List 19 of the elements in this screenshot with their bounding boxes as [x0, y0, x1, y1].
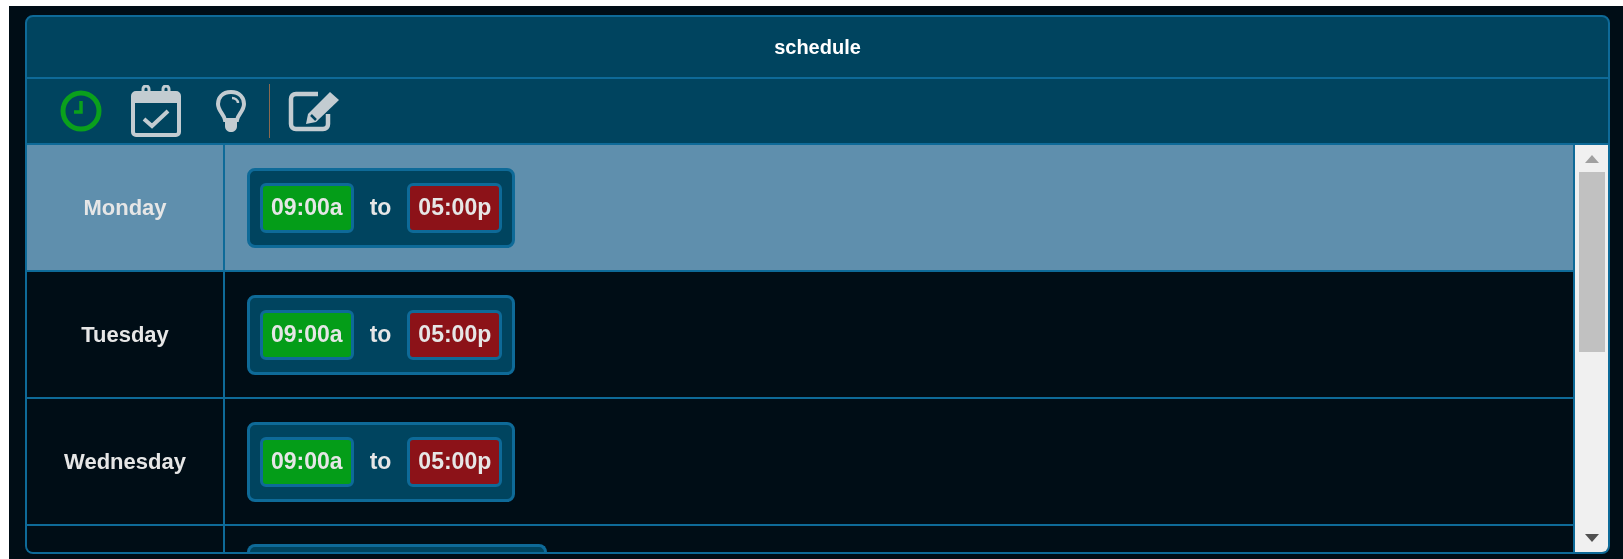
- schedule-row[interactable]: Tuesday 09:00a to 05:00p: [27, 272, 1573, 399]
- scrollbar[interactable]: [1573, 145, 1608, 552]
- end-time[interactable]: 05:00p: [407, 436, 503, 487]
- schedule-row[interactable]: Wednesday 09:00a to 05:00p: [27, 399, 1573, 526]
- clock-icon[interactable]: [59, 89, 103, 133]
- day-label: Monday: [83, 194, 167, 222]
- light-bulb-icon[interactable]: [215, 89, 247, 133]
- calendar-check-icon[interactable]: [131, 85, 181, 137]
- day-label: Wednesday: [64, 448, 186, 476]
- to-label: to: [369, 447, 392, 477]
- scrollbar-thumb[interactable]: [1578, 172, 1605, 352]
- to-label: to: [369, 320, 392, 350]
- scroll-down-icon[interactable]: [1584, 534, 1599, 542]
- schedule-row[interactable]: Monday 09:00a to 05:00p: [27, 145, 1573, 272]
- to-label: to: [369, 193, 392, 223]
- end-time[interactable]: 05:00p: [407, 182, 503, 233]
- end-time[interactable]: 05:00p: [407, 309, 503, 360]
- day-label: Tuesday: [81, 321, 169, 349]
- panel-title: schedule: [774, 35, 861, 60]
